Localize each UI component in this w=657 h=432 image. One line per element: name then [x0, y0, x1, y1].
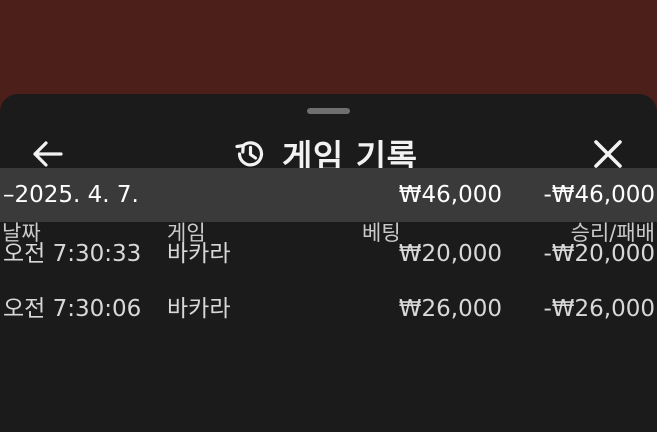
table-row[interactable]: 오전 7:30:33 바카라 ₩20,000 -₩20,000	[0, 227, 657, 281]
row-time: 오전 7:30:06	[3, 296, 142, 322]
row-result: -₩26,000	[543, 296, 655, 322]
row-bet: ₩20,000	[398, 241, 502, 267]
table-row[interactable]: 오전 7:30:06 바카라 ₩26,000 -₩26,000	[0, 282, 657, 336]
group-result-total: -₩46,000	[543, 182, 655, 208]
row-result: -₩20,000	[543, 241, 655, 267]
close-icon	[594, 140, 622, 168]
row-bet: ₩26,000	[398, 296, 502, 322]
row-game: 바카라	[167, 241, 231, 267]
drag-handle[interactable]	[307, 108, 350, 114]
arrow-left-icon	[33, 141, 63, 167]
row-time: 오전 7:30:33	[3, 241, 142, 267]
group-date: –2025. 4. 7.	[3, 182, 139, 208]
group-bet-total: ₩46,000	[398, 182, 502, 208]
date-group-row[interactable]: –2025. 4. 7. ₩46,000 -₩46,000	[0, 168, 657, 222]
history-icon	[232, 136, 268, 172]
row-game: 바카라	[167, 296, 231, 322]
